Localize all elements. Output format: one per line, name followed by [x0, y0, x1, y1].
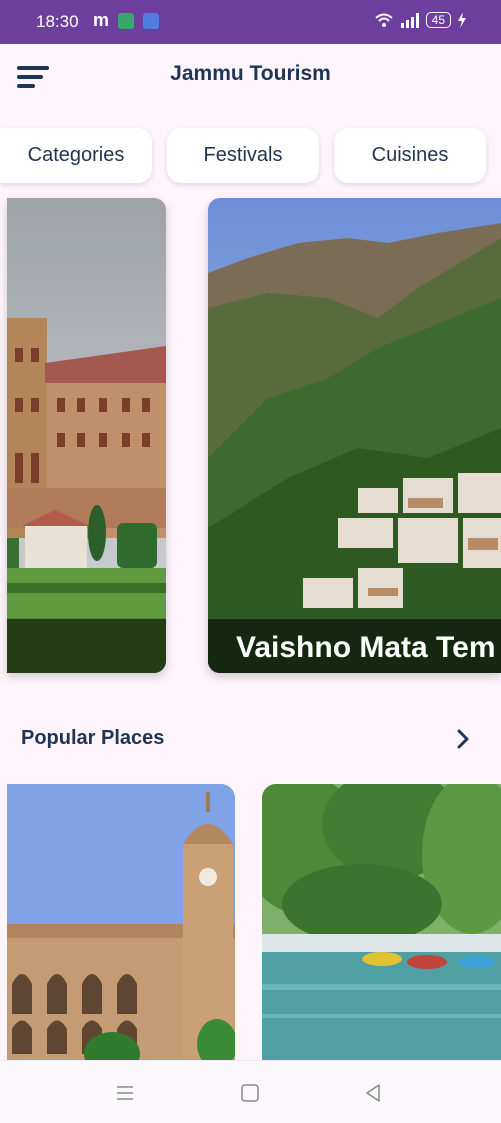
section-title-popular: Popular Places [21, 727, 165, 749]
caption-band [7, 619, 166, 673]
palace-museum-image [7, 784, 235, 1064]
chip-categories[interactable]: Categories [0, 128, 152, 183]
status-bar: 18:30 m 45 [0, 0, 501, 44]
system-nav-bar [0, 1060, 501, 1123]
battery-icon: 45 [425, 12, 451, 28]
back-icon[interactable] [361, 1081, 385, 1105]
carousel-card-palace[interactable] [7, 198, 166, 673]
chip-festivals[interactable]: Festivals [167, 128, 319, 183]
home-icon[interactable] [238, 1081, 262, 1105]
carousel-card-vaishno[interactable]: Vaishno Mata Tem [208, 198, 501, 673]
app-notification-m: m [93, 10, 110, 30]
download-notification-icon [118, 13, 134, 29]
recent-apps-icon[interactable] [113, 1081, 137, 1105]
lake-image [262, 784, 501, 1064]
charging-icon [458, 12, 466, 28]
wifi-icon [374, 13, 393, 27]
chevron-right-icon[interactable] [452, 726, 474, 752]
signal-icon [400, 13, 419, 28]
popular-card-palace[interactable] [7, 784, 235, 1064]
popular-card-lake[interactable] [262, 784, 501, 1064]
status-time: 18:30 [36, 12, 79, 31]
chip-cuisines[interactable]: Cuisines [334, 128, 486, 183]
page-title: Jammu Tourism [170, 62, 331, 85]
mountain-image [208, 198, 501, 673]
app-notification-icon [143, 13, 159, 29]
carousel-caption: Vaishno Mata Tem [236, 631, 496, 664]
palace-image [7, 198, 166, 673]
